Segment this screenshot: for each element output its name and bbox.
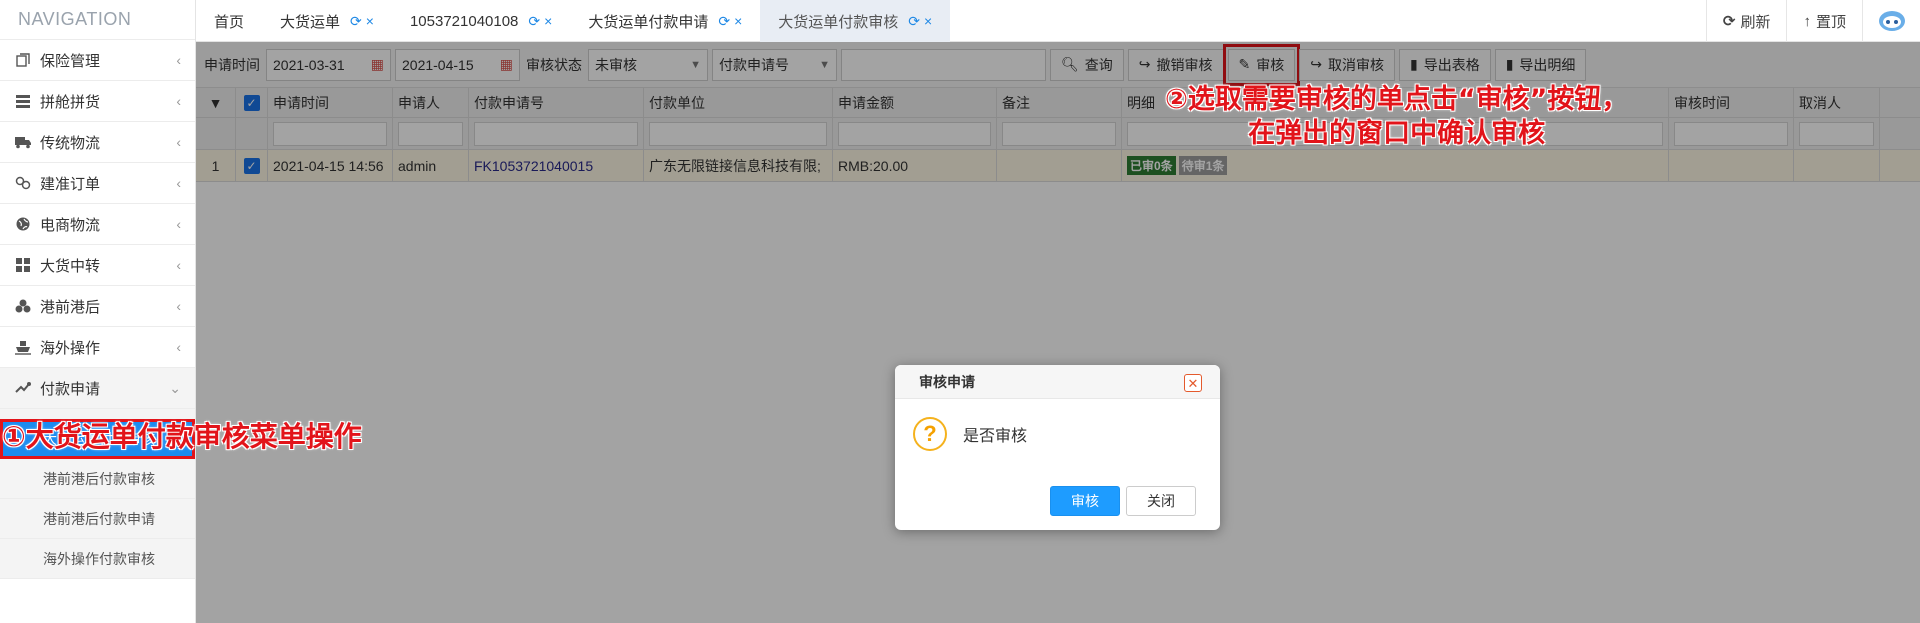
- chevron-left-icon: ‹: [176, 93, 181, 109]
- document-copy-icon: [14, 51, 32, 69]
- tab-bar: 首页 大货运单 ⟳ × 1053721040108 ⟳ × 大货运单付款申请 ⟳…: [196, 0, 1920, 42]
- sidebar-item-label: 付款申请: [40, 380, 101, 398]
- refresh-icon: ⟳: [1722, 13, 1736, 30]
- ship-icon: [14, 338, 32, 356]
- list-icon: [14, 92, 32, 110]
- chevron-left-icon: ‹: [176, 257, 181, 273]
- tab-label: 大货运单付款审核: [778, 13, 899, 31]
- audit-dialog: 审核申请 ✕ ? 是否审核 审核 关闭: [895, 365, 1220, 530]
- annotation-step2-line1: ②选取需要审核的单点击“审核”按钮，: [1165, 84, 1629, 115]
- modal-overlay: [196, 42, 1920, 623]
- tab-label: 大货运单付款申请: [588, 13, 709, 31]
- truck-icon: [14, 133, 32, 151]
- tab-home[interactable]: 首页: [196, 0, 262, 42]
- avatar[interactable]: [1862, 0, 1920, 42]
- sidebar-item-label: 保险管理: [40, 52, 101, 70]
- refresh-label: 刷新: [1740, 13, 1771, 31]
- sidebar-item-orders[interactable]: 建准订单 ‹: [0, 163, 195, 204]
- dialog-body: ? 是否审核: [895, 399, 1220, 457]
- cubes-icon: [14, 297, 32, 315]
- annotation-step2-line2: 在弹出的窗口中确认审核: [1248, 118, 1546, 149]
- sidebar-item-payment[interactable]: 付款申请 ⌄: [0, 368, 195, 409]
- chevron-left-icon: ‹: [176, 216, 181, 232]
- close-icon[interactable]: ×: [734, 13, 742, 29]
- sidebar-item-label: 港前港后: [40, 298, 101, 316]
- dialog-title: 审核申请 ✕: [895, 365, 1220, 399]
- sidebar-subitem-port-payment-audit[interactable]: 港前港后付款审核: [0, 459, 195, 499]
- annotation-step1: ①大货运单付款审核菜单操作: [2, 420, 362, 453]
- dialog-message: 是否审核: [963, 428, 1028, 445]
- sidebar: NAVIGATION 保险管理 ‹ 拼舱拼货 ‹ 传统物流 ‹ 建准订单 ‹ 电…: [0, 0, 196, 623]
- refresh-icon[interactable]: ⟳: [908, 13, 920, 30]
- close-icon[interactable]: ✕: [1184, 374, 1202, 392]
- refresh-icon[interactable]: ⟳: [528, 13, 540, 30]
- tab-waybill-detail[interactable]: 1053721040108 ⟳ ×: [392, 0, 570, 42]
- tab-label: 1053721040108: [409, 12, 519, 30]
- chevron-left-icon: ‹: [176, 339, 181, 355]
- tab-label: 首页: [214, 13, 245, 31]
- sidebar-subitem-port-payment-apply[interactable]: 港前港后付款申请: [0, 499, 195, 539]
- nav-title: NAVIGATION: [0, 0, 195, 40]
- sidebar-subitem-overseas-payment-audit[interactable]: 海外操作付款审核: [0, 539, 195, 579]
- sidebar-item-consolidation[interactable]: 拼舱拼货 ‹: [0, 81, 195, 122]
- question-icon: ?: [913, 417, 947, 451]
- sidebar-item-traditional-logistics[interactable]: 传统物流 ‹: [0, 122, 195, 163]
- sidebar-item-insurance[interactable]: 保险管理 ‹: [0, 40, 195, 81]
- close-dialog-button[interactable]: 关闭: [1126, 486, 1196, 516]
- annotation-step2: ②选取需要审核的单点击“审核”按钮， 在弹出的窗口中确认审核: [1165, 83, 1628, 151]
- tab-payment-apply[interactable]: 大货运单付款申请 ⟳ ×: [570, 0, 760, 42]
- chevron-left-icon: ‹: [176, 52, 181, 68]
- refresh-icon[interactable]: ⟳: [350, 13, 362, 30]
- payment-icon: [14, 379, 32, 397]
- grid-icon: [14, 256, 32, 274]
- sidebar-item-overseas[interactable]: 海外操作 ‹: [0, 327, 195, 368]
- refresh-button[interactable]: ⟳ 刷新: [1705, 0, 1787, 42]
- close-icon[interactable]: ×: [924, 13, 932, 29]
- refresh-icon[interactable]: ⟳: [718, 13, 730, 30]
- sidebar-item-label: 电商物流: [40, 216, 101, 234]
- sidebar-item-label: 建准订单: [40, 175, 101, 193]
- close-icon[interactable]: ×: [544, 13, 552, 29]
- close-icon[interactable]: ×: [366, 13, 374, 29]
- arrow-up-icon: ↑: [1803, 12, 1811, 30]
- globe-icon: [14, 215, 32, 233]
- sidebar-item-port[interactable]: 港前港后 ‹: [0, 286, 195, 327]
- sidebar-item-label: 传统物流: [40, 134, 101, 152]
- pin-top-label: 置顶: [1815, 13, 1846, 31]
- tab-bulk-waybill[interactable]: 大货运单 ⟳ ×: [262, 0, 392, 42]
- sidebar-item-ecommerce[interactable]: 电商物流 ‹: [0, 204, 195, 245]
- sidebar-item-bulk-transfer[interactable]: 大货中转 ‹: [0, 245, 195, 286]
- chevron-left-icon: ‹: [176, 175, 181, 191]
- confirm-audit-button[interactable]: 审核: [1050, 486, 1120, 516]
- chevron-left-icon: ‹: [176, 134, 181, 150]
- sidebar-item-label: 海外操作: [40, 339, 101, 357]
- chevron-left-icon: ‹: [176, 298, 181, 314]
- sidebar-item-label: 大货中转: [40, 257, 101, 275]
- chevron-down-icon: ⌄: [169, 380, 181, 396]
- link-icon: [14, 174, 32, 192]
- sidebar-item-label: 拼舱拼货: [40, 93, 101, 111]
- dialog-buttons: 审核 关闭: [1050, 486, 1196, 516]
- pin-top-button[interactable]: ↑ 置顶: [1786, 0, 1862, 42]
- tab-label: 大货运单: [280, 13, 341, 31]
- dialog-title-text: 审核申请: [919, 374, 975, 390]
- robot-avatar-icon: [1878, 11, 1905, 31]
- tab-payment-audit[interactable]: 大货运单付款审核 ⟳ ×: [760, 0, 951, 42]
